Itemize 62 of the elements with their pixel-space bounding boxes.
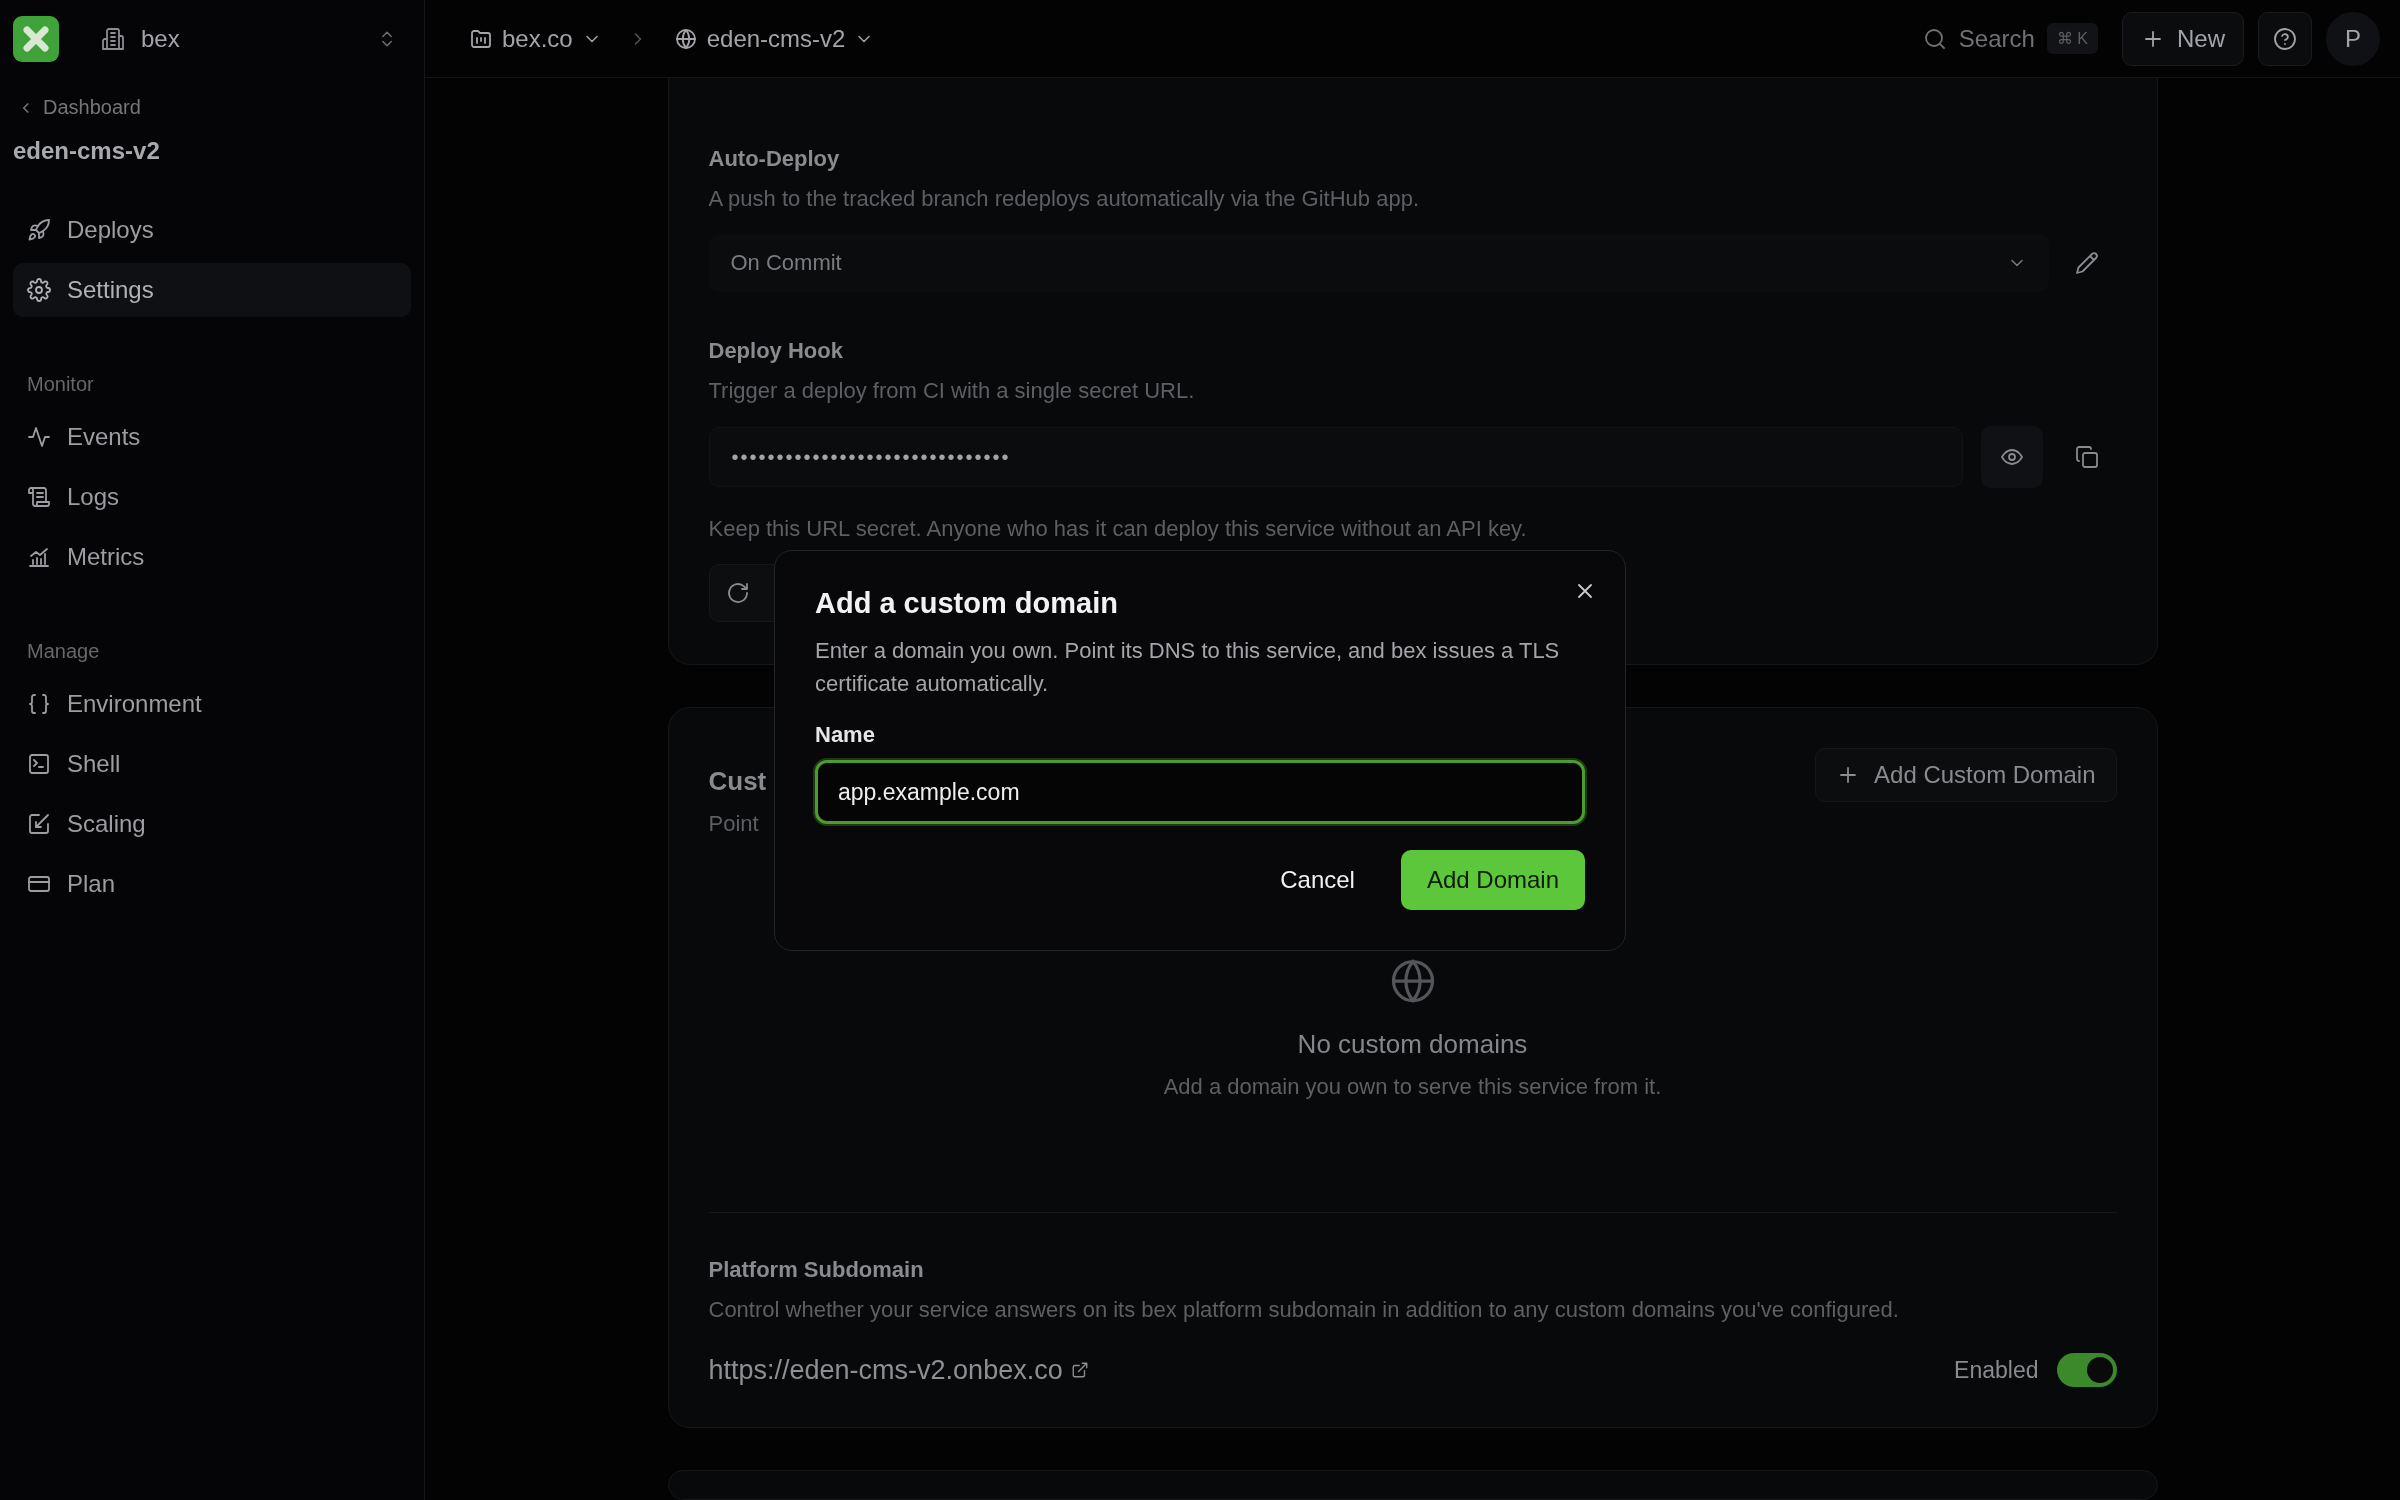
resize-icon — [27, 812, 51, 836]
project-name: eden-cms-v2 — [13, 137, 161, 165]
terminal-icon — [27, 752, 51, 776]
dialog-title: Add a custom domain — [815, 587, 1119, 620]
add-domain-button[interactable]: Add Domain — [1400, 850, 1585, 910]
scroll-icon — [27, 485, 51, 509]
subdomain-link[interactable]: https://eden-cms-v2.onbex.co — [708, 1354, 1937, 1386]
field-label: Name — [815, 722, 876, 748]
section-heading: Manage — [27, 640, 101, 663]
building-icon — [101, 27, 125, 51]
workspace-name[interactable]: bex — [141, 25, 377, 53]
toggle-switch[interactable] — [2056, 1353, 2117, 1387]
copy-icon[interactable] — [2074, 445, 2099, 469]
add-custom-domain-button[interactable]: Add Custom Domain — [1815, 748, 2117, 802]
field-label: Deploy Hook — [708, 338, 844, 364]
help-icon — [2273, 26, 2297, 51]
select-value: On Commit — [730, 250, 842, 276]
field-description: Trigger a deploy from CI with a single secret URL. — [708, 378, 1196, 404]
breadcrumb-item[interactable]: eden-cms-v2 — [673, 24, 875, 53]
nav-item[interactable]: Shell — [13, 737, 411, 791]
field-label: Platform Subdomain — [708, 1257, 925, 1283]
search-icon — [1922, 26, 1947, 51]
empty-title: No custom domains — [1297, 1029, 1528, 1060]
shortcut-key: ⌘ K — [2046, 23, 2098, 54]
field-description: A push to the tracked branch redeploys automatically via the GitHub app. — [708, 186, 1421, 212]
nav-item[interactable]: Metrics — [13, 530, 411, 584]
back-link[interactable]: Dashboard — [43, 96, 141, 119]
nav-item[interactable]: Environment — [13, 677, 411, 731]
user-avatar[interactable]: P — [2326, 11, 2380, 66]
empty-text: Add a domain you own to serve this service from it. — [1163, 1074, 1662, 1100]
card-title: Cust — [708, 766, 767, 797]
bar-chart-icon — [27, 545, 51, 569]
hook-note: Keep this URL secret. Anyone who has it can deploy this service without an API key. — [708, 516, 1528, 542]
deploy-hook-field[interactable]: ••••••••••••••••••••••••••••••• — [708, 427, 1963, 487]
section-heading: Monitor — [27, 373, 95, 396]
nav-item[interactable]: Settings — [13, 263, 411, 317]
nav-item[interactable]: Events — [13, 410, 411, 464]
card-description: Point — [708, 811, 760, 837]
nav-item[interactable]: Logs — [13, 470, 411, 524]
braces-icon — [27, 692, 51, 716]
new-button[interactable]: New — [2122, 11, 2244, 66]
settings-icon — [27, 278, 51, 302]
help-button[interactable] — [2258, 11, 2312, 66]
nav-item[interactable]: Plan — [13, 857, 411, 911]
eye-button[interactable] — [1980, 426, 2043, 488]
domain-input[interactable]: app.example.com — [815, 760, 1585, 824]
refresh-icon — [725, 581, 750, 605]
external-link-icon — [1070, 1361, 1089, 1379]
nav-item[interactable]: Deploys — [13, 203, 411, 257]
toggle-label: Enabled — [1954, 1356, 2039, 1384]
logo-icon[interactable] — [13, 16, 59, 62]
pulse-icon — [27, 425, 51, 449]
rocket-icon — [27, 218, 51, 242]
nav-item[interactable]: Scaling — [13, 797, 411, 851]
cancel-button[interactable]: Cancel — [1274, 865, 1361, 895]
pencil-icon[interactable] — [2074, 251, 2099, 275]
globe-icon — [673, 26, 698, 51]
search-button[interactable]: Search ⌘ K — [1922, 23, 2098, 54]
field-label: Auto-Deploy — [708, 146, 841, 172]
field-description: Control whether your service answers on its bex platform subdomain in addition to any custom domains you've configured. — [708, 1297, 1900, 1323]
dialog-description: Enter a domain you own. Point its DNS to this service, and bex issues a TLS certificate automatically. — [815, 637, 1561, 698]
breadcrumb-item[interactable]: bex.co — [469, 24, 602, 53]
